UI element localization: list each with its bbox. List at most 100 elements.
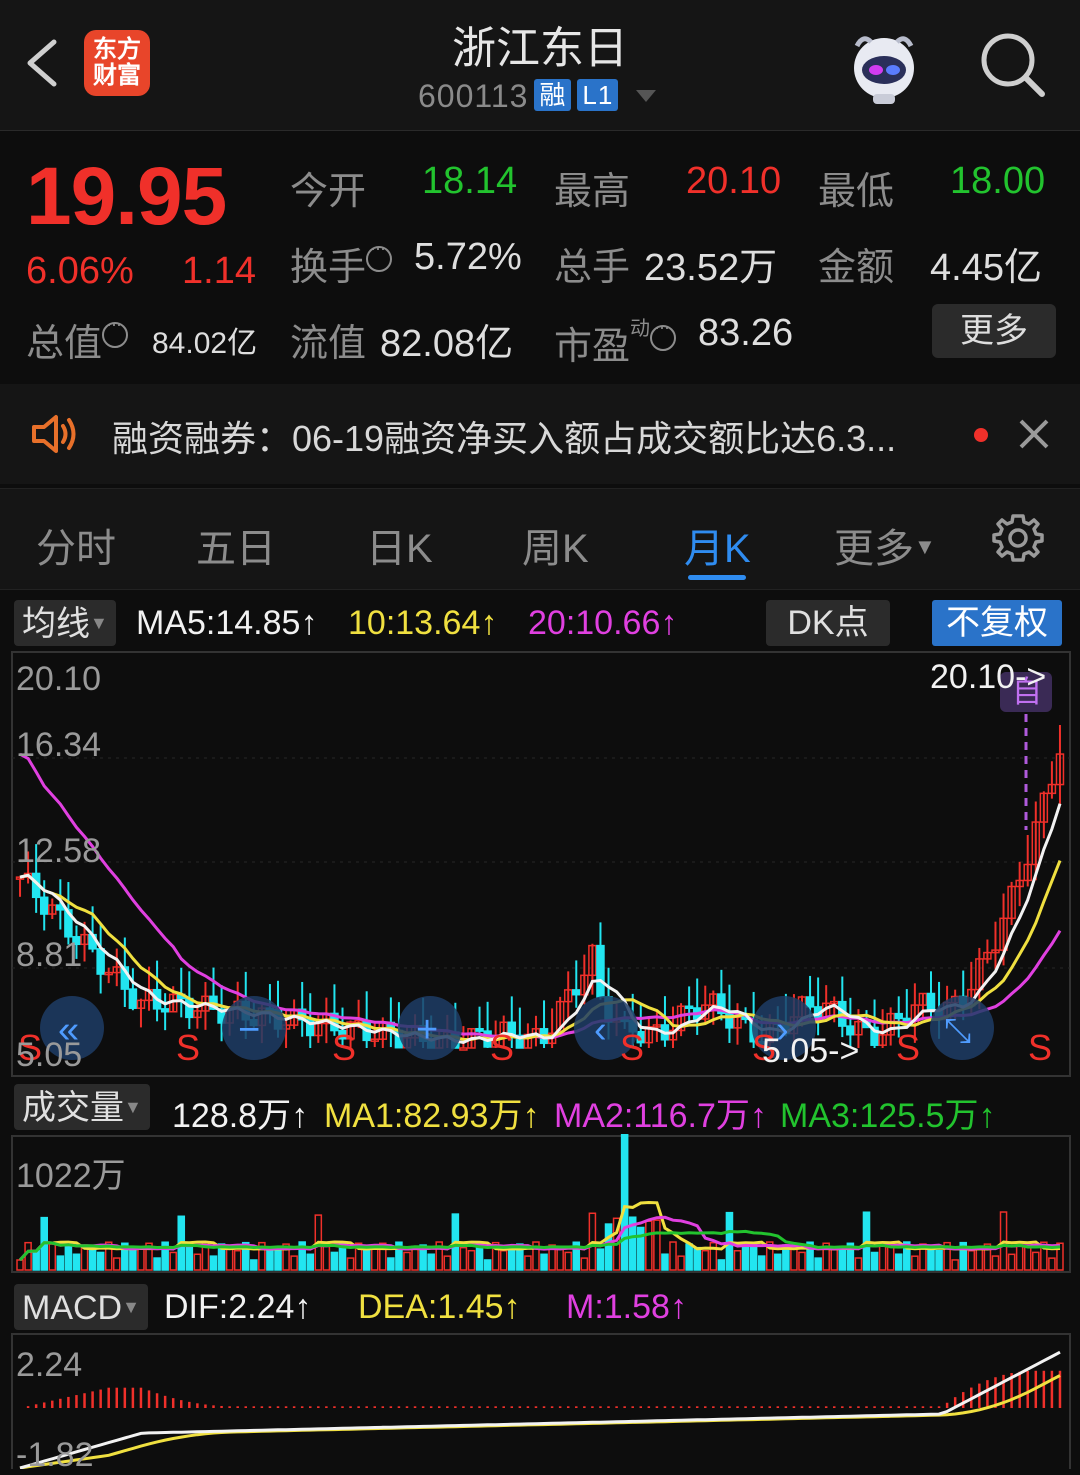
chevron-down-icon[interactable] xyxy=(636,90,656,102)
volume-ma2: MA2:116.7万 xyxy=(554,1097,750,1135)
volume-dropdown-label: 成交量 xyxy=(22,1089,124,1127)
volume-bar xyxy=(693,1246,701,1271)
volume-bar xyxy=(757,1255,766,1271)
ai-robot-assistant-icon[interactable] xyxy=(843,26,925,106)
minus-icon: − xyxy=(238,1009,260,1051)
volume-ma3-legend: MA3:125.5万↑ xyxy=(780,1097,996,1135)
ma-dropdown-label: 均线 xyxy=(22,605,90,643)
pe-label-group[interactable]: 市盈动 xyxy=(554,312,677,370)
volume-bar xyxy=(403,1251,411,1271)
ma10-value: 10:13.64 xyxy=(348,604,481,642)
speaker-icon xyxy=(32,415,76,453)
candle-body xyxy=(475,1028,484,1032)
volume-ma3: MA3:125.5万 xyxy=(780,1097,979,1135)
volume-bar xyxy=(701,1249,710,1271)
turnover-label: 换手 xyxy=(290,247,367,289)
gear-icon[interactable] xyxy=(992,512,1044,564)
high-value: 20.10 xyxy=(686,160,782,202)
macd-m-value: M:1.58 xyxy=(566,1288,670,1326)
back-arrow-icon[interactable] xyxy=(22,38,62,88)
candle-body xyxy=(128,988,138,1009)
volume-bar xyxy=(645,1220,653,1271)
candle-body xyxy=(572,989,581,996)
tab-daily-k[interactable]: 日K xyxy=(366,516,433,574)
volume-bar xyxy=(459,1246,468,1271)
low-value: 18.00 xyxy=(950,160,1046,202)
y-axis-label: 20.10 xyxy=(16,660,102,698)
volume-ma1-legend: MA1:82.93万↑ xyxy=(324,1097,540,1135)
volume-bar xyxy=(911,1255,919,1271)
volume-bar xyxy=(604,1223,613,1271)
volume-chart[interactable] xyxy=(0,1134,1080,1276)
volume-dropdown[interactable]: 成交量▼ xyxy=(14,1084,150,1130)
adjust-mode-button[interactable]: 不复权 xyxy=(932,600,1062,646)
candle-body xyxy=(160,1008,170,1013)
ma5-value: MA5:14.85 xyxy=(136,604,301,642)
eastmoney-logo: 东方 财富 xyxy=(84,30,150,96)
y-axis-label: 8.81 xyxy=(16,936,83,974)
y-axis-label: 5.05 xyxy=(16,1036,83,1074)
volume-bar xyxy=(56,1255,65,1271)
candle-body xyxy=(596,944,605,998)
tab-intraday[interactable]: 分时 xyxy=(36,516,116,574)
candlestick-chart[interactable]: « − + ‹ › ⤡ S S S S S S S S 自 xyxy=(0,650,1080,1080)
volume-bar xyxy=(427,1253,435,1271)
sell-signal: S xyxy=(176,1027,200,1068)
volume-ma2-legend: MA2:116.7万↑ xyxy=(554,1097,767,1135)
volume-bar xyxy=(137,1248,145,1271)
volume-bar xyxy=(854,1257,863,1271)
float-cap-label: 流值 xyxy=(290,323,367,365)
search-icon[interactable] xyxy=(978,30,1048,100)
volume-bar xyxy=(669,1241,677,1271)
dea-legend: DEA:1.45↑ xyxy=(358,1288,521,1326)
volume-bar xyxy=(830,1248,839,1271)
candle-body xyxy=(39,896,49,915)
market-cap-label-group[interactable]: 总值 xyxy=(26,312,129,367)
ma10-legend: 10:13.64↑ xyxy=(348,604,498,642)
max-price-marker: 20.10-> xyxy=(930,658,1047,696)
tab-monthly-k[interactable]: 月K xyxy=(684,516,751,574)
volume-bar xyxy=(749,1243,758,1271)
candle-body xyxy=(459,1047,468,1051)
turnover-label-group[interactable]: 换手 xyxy=(290,236,393,291)
volume-bar xyxy=(774,1253,782,1271)
stock-code-row[interactable]: 600113 融 L1 xyxy=(418,78,619,115)
tab-more[interactable]: 更多▼ xyxy=(834,516,936,574)
volume-bar xyxy=(580,1257,589,1271)
macd-chart[interactable] xyxy=(0,1332,1080,1469)
candle-body xyxy=(894,1012,903,1020)
volume-bar xyxy=(1023,1245,1032,1271)
volume-bar xyxy=(975,1246,984,1271)
volume-bar xyxy=(661,1253,669,1271)
tab-weekly-k[interactable]: 周K xyxy=(522,516,589,574)
candle-body xyxy=(926,992,936,1012)
volume-bar xyxy=(306,1253,315,1271)
volume-bar xyxy=(169,1251,177,1271)
volume-label: 总手 xyxy=(554,247,631,289)
sell-signal: S xyxy=(620,1027,644,1068)
close-icon[interactable] xyxy=(1018,418,1050,450)
plus-icon: + xyxy=(416,1009,438,1051)
macd-dropdown-label: MACD xyxy=(22,1289,123,1327)
notice-text[interactable]: 融资融券：06-19融资净买入额占成交额比达6.3... xyxy=(112,410,896,462)
ma-dropdown[interactable]: 均线▼ xyxy=(14,600,116,646)
volume-value: 23.52万 xyxy=(644,247,778,289)
volume-bar xyxy=(233,1249,242,1271)
volume-bar xyxy=(322,1245,331,1271)
volume-bar xyxy=(330,1251,339,1271)
volume-current: 128.8万 xyxy=(172,1097,292,1135)
amount-value: 4.45亿 xyxy=(930,247,1042,289)
tab-five-day[interactable]: 五日 xyxy=(196,516,276,574)
caret-down-icon: ▼ xyxy=(914,534,936,559)
open-label: 今开 xyxy=(290,171,367,213)
market-cap-label: 总值 xyxy=(26,323,103,365)
market-cap-value: 84.02亿 xyxy=(152,327,258,360)
dk-point-dropdown[interactable]: DK点 xyxy=(766,600,890,646)
macd-dropdown[interactable]: MACD▼ xyxy=(14,1284,148,1330)
turnover-value: 5.72% xyxy=(414,236,522,278)
more-quote-button[interactable]: 更多 xyxy=(932,304,1056,358)
macd-m-legend: M:1.58↑ xyxy=(566,1288,687,1326)
last-price: 19.95 xyxy=(26,151,227,242)
pe-dynamic-sup: 动 xyxy=(630,318,651,340)
volume-bar xyxy=(1015,1244,1024,1271)
